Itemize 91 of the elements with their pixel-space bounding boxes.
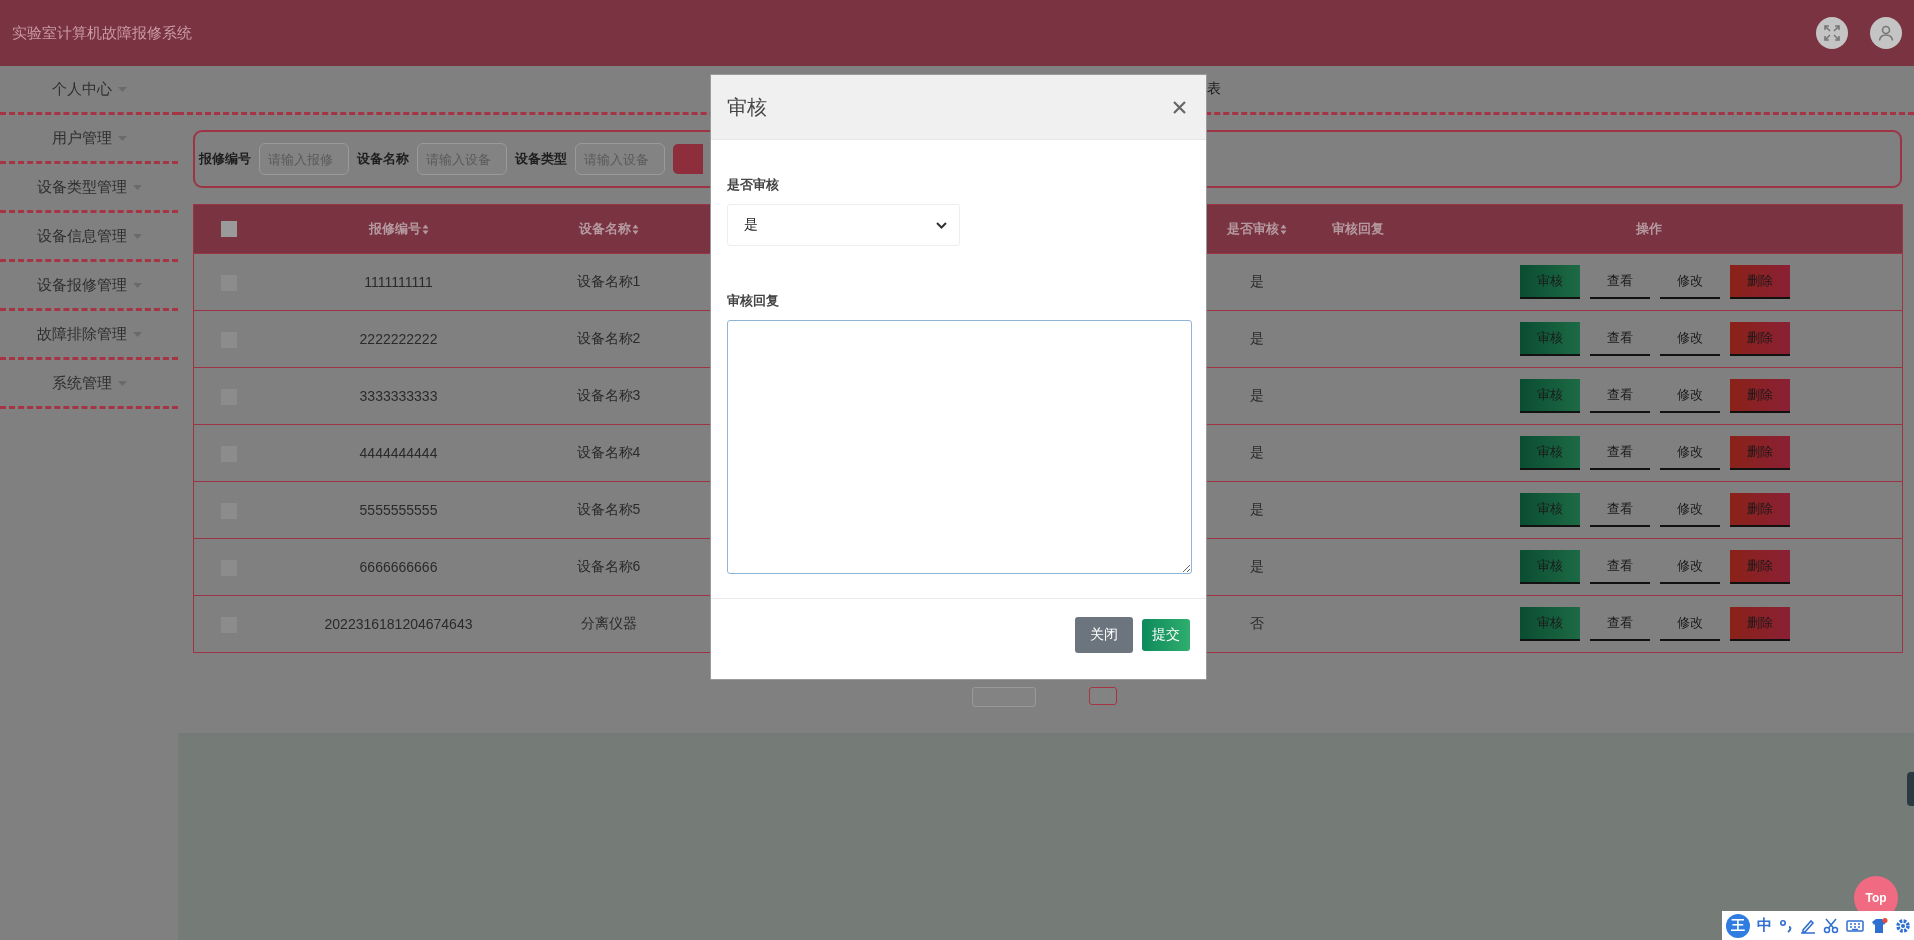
table-cell: 1111111111 — [364, 274, 433, 290]
table-cell: 设备名称4 — [576, 444, 641, 460]
delete-button[interactable]: 删除 — [1729, 265, 1790, 299]
page-size-select[interactable] — [972, 687, 1036, 707]
breadcrumb: 表 — [1207, 80, 1221, 98]
table-cell: 分离仪器 — [580, 615, 637, 631]
field-label: 是否审核 — [727, 176, 780, 194]
review-button[interactable]: 审核 — [1519, 265, 1580, 299]
table-cell: 是 — [1249, 273, 1264, 289]
search-label: 设备类型 — [515, 150, 567, 168]
review-button[interactable]: 审核 — [1519, 493, 1580, 527]
table-cell: 设备名称5 — [576, 501, 641, 517]
table-cell: 设备名称3 — [576, 387, 641, 403]
view-button[interactable]: 查看 — [1589, 379, 1650, 413]
column-header[interactable]: 是否审核 — [1226, 220, 1287, 238]
sidebar-item[interactable]: 用户管理 — [0, 115, 178, 164]
settings-icon[interactable] — [1895, 917, 1911, 934]
search-label: 设备名称 — [357, 150, 409, 168]
shirt-icon[interactable] — [1871, 917, 1888, 934]
column-header: 操作 — [1635, 220, 1662, 238]
pen-icon[interactable] — [1800, 917, 1816, 934]
view-button[interactable]: 查看 — [1589, 607, 1650, 641]
review-select[interactable]: 是 — [727, 204, 960, 246]
sidebar-item[interactable]: 系统管理 — [0, 360, 178, 409]
view-button[interactable]: 查看 — [1589, 265, 1650, 299]
delete-button[interactable]: 删除 — [1729, 379, 1790, 413]
table-cell: 是 — [1249, 501, 1264, 517]
dialog-title: 审核 — [727, 94, 767, 120]
view-button[interactable]: 查看 — [1589, 550, 1650, 584]
delete-button[interactable]: 删除 — [1729, 436, 1790, 470]
column-header: 审核回复 — [1331, 220, 1384, 238]
view-button[interactable]: 查看 — [1589, 493, 1650, 527]
edit-button[interactable]: 修改 — [1659, 265, 1720, 299]
edit-button[interactable]: 修改 — [1659, 607, 1720, 641]
delete-button[interactable]: 删除 — [1729, 322, 1790, 356]
user-icon[interactable] — [1870, 17, 1902, 49]
page-button[interactable] — [1089, 687, 1117, 705]
sort-icon — [1279, 223, 1287, 235]
sidebar-item[interactable]: 故障排除管理 — [0, 311, 178, 360]
table-cell: 设备名称1 — [576, 273, 641, 289]
table-cell: 是 — [1249, 387, 1264, 403]
review-button[interactable]: 审核 — [1519, 436, 1580, 470]
view-button[interactable]: 查看 — [1589, 436, 1650, 470]
chevron-icon — [936, 221, 947, 229]
side-tab[interactable] — [1907, 772, 1914, 806]
scissors-icon[interactable] — [1823, 917, 1839, 934]
table-cell: 3333333333 — [359, 388, 438, 404]
sidebar-item[interactable]: 个人中心 — [0, 66, 178, 115]
sidebar-item[interactable]: 设备报修管理 — [0, 262, 178, 311]
view-button[interactable]: 查看 — [1589, 322, 1650, 356]
sort-icon — [421, 223, 429, 235]
edit-button[interactable]: 修改 — [1659, 550, 1720, 584]
table-cell: 6666666666 — [359, 559, 438, 575]
edit-button[interactable]: 修改 — [1659, 493, 1720, 527]
review-button[interactable]: 审核 — [1519, 379, 1580, 413]
edit-button[interactable]: 修改 — [1659, 322, 1720, 356]
table-cell: 是 — [1249, 558, 1264, 574]
search-label: 报修编号 — [199, 150, 251, 168]
table-cell: 2022316181204674643 — [324, 616, 473, 632]
sidebar-item[interactable]: 设备类型管理 — [0, 164, 178, 213]
table-cell: 2222222222 — [359, 331, 438, 347]
table-cell: 设备名称2 — [576, 330, 641, 346]
column-header[interactable]: 设备名称 — [578, 220, 639, 238]
field-label: 审核回复 — [727, 292, 780, 310]
table-cell: 是 — [1249, 444, 1264, 460]
review-button[interactable]: 审核 — [1519, 550, 1580, 584]
table-cell: 5555555555 — [359, 502, 438, 518]
sort-icon — [631, 223, 639, 235]
keyboard-icon[interactable] — [1846, 918, 1864, 933]
delete-button[interactable]: 删除 — [1729, 493, 1790, 527]
app-title: 实验室计算机故障报修系统 — [12, 23, 192, 43]
review-button[interactable]: 审核 — [1519, 322, 1580, 356]
table-cell: 设备名称6 — [576, 558, 641, 574]
close-button[interactable]: 关闭 — [1075, 617, 1133, 653]
edit-button[interactable]: 修改 — [1659, 436, 1720, 470]
fullscreen-icon[interactable] — [1816, 17, 1848, 49]
delete-button[interactable]: 删除 — [1729, 607, 1790, 641]
table-cell: 是 — [1249, 330, 1264, 346]
select-all-checkbox[interactable] — [220, 221, 237, 238]
column-header[interactable]: 报修编号 — [368, 220, 429, 238]
submit-button[interactable]: 提交 — [1142, 619, 1190, 651]
review-button[interactable]: 审核 — [1519, 607, 1580, 641]
table-cell: 4444444444 — [359, 445, 438, 461]
ime-logo[interactable]: 王 — [1726, 913, 1750, 938]
punctuation-icon[interactable] — [1779, 917, 1793, 934]
close-icon[interactable] — [1171, 98, 1188, 116]
input-mode[interactable]: 中 — [1757, 916, 1772, 935]
edit-button[interactable]: 修改 — [1659, 379, 1720, 413]
delete-button[interactable]: 删除 — [1729, 550, 1790, 584]
table-cell: 否 — [1249, 615, 1264, 631]
sidebar-item[interactable]: 设备信息管理 — [0, 213, 178, 262]
